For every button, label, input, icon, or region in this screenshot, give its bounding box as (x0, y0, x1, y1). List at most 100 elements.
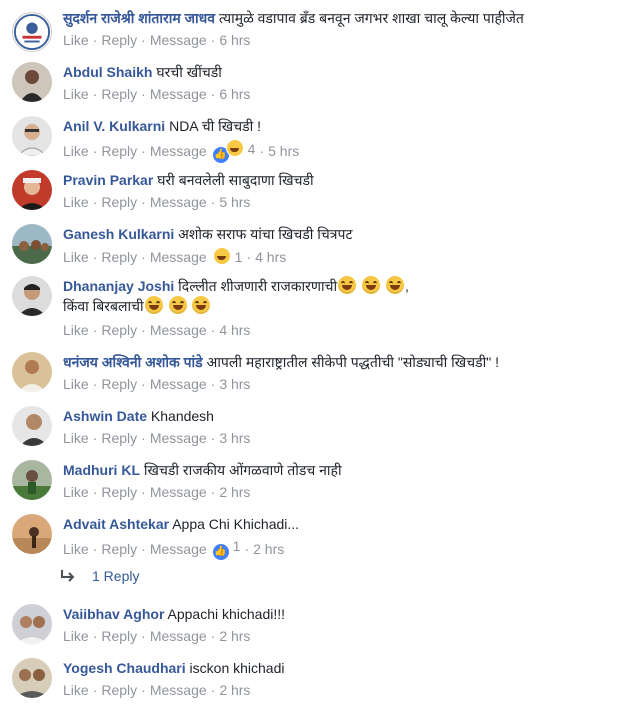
comment-author[interactable]: Abdul Shaikh (63, 64, 152, 80)
comment-actions: Like · Reply · Message · 4 hrs (63, 321, 251, 339)
like-link[interactable]: Like (63, 85, 89, 103)
reply-link[interactable]: Reply (101, 627, 137, 645)
comment-text: खिचडी राजकीय ओंगळवाणे तोडच नाही (143, 462, 342, 478)
like-link[interactable]: Like (63, 540, 89, 558)
like-reaction-icon: 👍 (212, 544, 229, 560)
comment-author[interactable]: Advait Ashtekar (63, 516, 169, 532)
message-link[interactable]: Message (150, 142, 207, 160)
avatar[interactable] (12, 658, 52, 698)
reply-link[interactable]: Reply (101, 85, 137, 103)
like-link[interactable]: Like (63, 375, 89, 393)
comment: Pravin Parkar घरी बनवलेली साबुदाणा खिचडी… (0, 170, 640, 210)
avatar[interactable] (12, 406, 52, 446)
comment: Madhuri KL खिचडी राजकीय ओंगळवाणे तोडच ना… (0, 460, 640, 500)
timestamp[interactable]: 4 hrs (219, 321, 250, 339)
avatar[interactable] (12, 604, 52, 644)
comment-author[interactable]: Vaiibhav Aghor (63, 606, 164, 622)
reactions[interactable]: 👍 4 (212, 139, 255, 163)
timestamp[interactable]: 5 hrs (268, 142, 299, 160)
like-link[interactable]: Like (63, 429, 89, 447)
avatar[interactable] (12, 116, 52, 156)
comment: सुदर्शन राजेश्री शांताराम जाधव त्यामुळे … (0, 8, 640, 52)
message-link[interactable]: Message (150, 375, 207, 393)
reactions[interactable]: 👍 1 (212, 537, 240, 560)
comment-body: Ganesh Kulkarni अशोक सराफ यांचा खिचडी चि… (63, 224, 626, 244)
comment: Abdul Shaikh घरची खींचडी Like · Reply · Me… (0, 62, 640, 102)
message-link[interactable]: Message (150, 483, 207, 501)
reactions[interactable]: 1 (212, 247, 242, 266)
reply-link[interactable]: Reply (101, 483, 137, 501)
reply-link[interactable]: Reply (101, 31, 137, 49)
like-link[interactable]: Like (63, 483, 89, 501)
reply-link[interactable]: Reply (101, 375, 137, 393)
comment-text: आपली महाराष्ट्रातील सीकेपी पद्धतीची "सोड… (206, 354, 500, 370)
like-link[interactable]: Like (63, 248, 89, 266)
like-link[interactable]: Like (63, 193, 89, 211)
comment-actions: Like · Reply · Message 👍 1 · 2 hrs (63, 537, 284, 560)
comment-author[interactable]: Ganesh Kulkarni (63, 226, 174, 242)
timestamp[interactable]: 2 hrs (253, 540, 284, 558)
timestamp[interactable]: 6 hrs (219, 31, 250, 49)
avatar[interactable] (12, 224, 52, 264)
timestamp[interactable]: 4 hrs (255, 248, 286, 266)
timestamp[interactable]: 2 hrs (219, 681, 250, 699)
avatar[interactable] (12, 276, 52, 316)
comment-text: घरची खींचडी (156, 64, 222, 80)
comment-author[interactable]: Anil V. Kulkarni (63, 118, 165, 134)
comment-body: सुदर्शन राजेश्री शांताराम जाधव त्यामुळे … (63, 8, 626, 28)
reply-link[interactable]: Reply (101, 248, 137, 266)
comment-actions: Like · Reply · Message · 2 hrs (63, 627, 251, 645)
like-link[interactable]: Like (63, 31, 89, 49)
comment: Yogesh Chaudhari isckon khichadi Like · R… (0, 658, 640, 698)
comment-author[interactable]: Ashwin Date (63, 408, 147, 424)
reply-link[interactable]: Reply (101, 429, 137, 447)
reply-link[interactable]: Reply (101, 321, 137, 339)
timestamp[interactable]: 6 hrs (219, 85, 250, 103)
like-link[interactable]: Like (63, 321, 89, 339)
comment-author[interactable]: धनंजय अश्विनी अशोक पांडे (63, 354, 203, 370)
message-link[interactable]: Message (150, 429, 207, 447)
like-link[interactable]: Like (63, 681, 89, 699)
comment-body: Dhananjay Joshi दिल्लीत शीजणारी राजकारणा… (63, 276, 409, 294)
timestamp[interactable]: 3 hrs (219, 429, 250, 447)
reply-link[interactable]: Reply (101, 681, 137, 699)
avatar[interactable] (12, 460, 52, 500)
comment-actions: Like · Reply · Message · 5 hrs (63, 193, 251, 211)
avatar[interactable] (12, 62, 52, 102)
timestamp[interactable]: 2 hrs (219, 627, 250, 645)
reply-link[interactable]: Reply (101, 142, 137, 160)
comment-author[interactable]: Pravin Parkar (63, 172, 153, 188)
comment-author[interactable]: Yogesh Chaudhari (63, 660, 186, 676)
message-link[interactable]: Message (150, 85, 207, 103)
avatar[interactable] (12, 12, 52, 52)
comment-author[interactable]: सुदर्शन राजेश्री शांताराम जाधव (63, 10, 215, 26)
view-replies-link[interactable]: 1 Reply (60, 568, 139, 584)
comment-author[interactable]: Madhuri KL (63, 462, 140, 478)
message-link[interactable]: Message (150, 627, 207, 645)
laughing-emoji-icon (385, 276, 404, 294)
message-link[interactable]: Message (150, 321, 207, 339)
avatar[interactable] (12, 514, 52, 554)
laughing-emoji-icon (192, 296, 211, 314)
timestamp[interactable]: 3 hrs (219, 375, 250, 393)
message-link[interactable]: Message (150, 681, 207, 699)
message-link[interactable]: Message (150, 31, 207, 49)
avatar[interactable] (12, 352, 52, 392)
like-link[interactable]: Like (63, 627, 89, 645)
comment-body: Madhuri KL खिचडी राजकीय ओंगळवाणे तोडच ना… (63, 460, 626, 480)
comment-actions: Like · Reply · Message · 6 hrs (63, 31, 251, 49)
reply-link[interactable]: Reply (101, 540, 137, 558)
timestamp[interactable]: 5 hrs (219, 193, 250, 211)
message-link[interactable]: Message (150, 193, 207, 211)
message-link[interactable]: Message (150, 540, 207, 558)
comment-author[interactable]: Dhananjay Joshi (63, 278, 174, 294)
avatar[interactable] (12, 170, 52, 210)
comment-actions: Like · Reply · Message · 2 hrs (63, 681, 251, 699)
message-link[interactable]: Message (150, 248, 207, 266)
timestamp[interactable]: 2 hrs (219, 483, 250, 501)
like-link[interactable]: Like (63, 142, 89, 160)
laughing-emoji-icon (338, 276, 357, 294)
haha-reaction-icon (225, 139, 244, 157)
reply-link[interactable]: Reply (101, 193, 137, 211)
comment-body-line2: किंवा बिरबलाची (63, 296, 626, 316)
